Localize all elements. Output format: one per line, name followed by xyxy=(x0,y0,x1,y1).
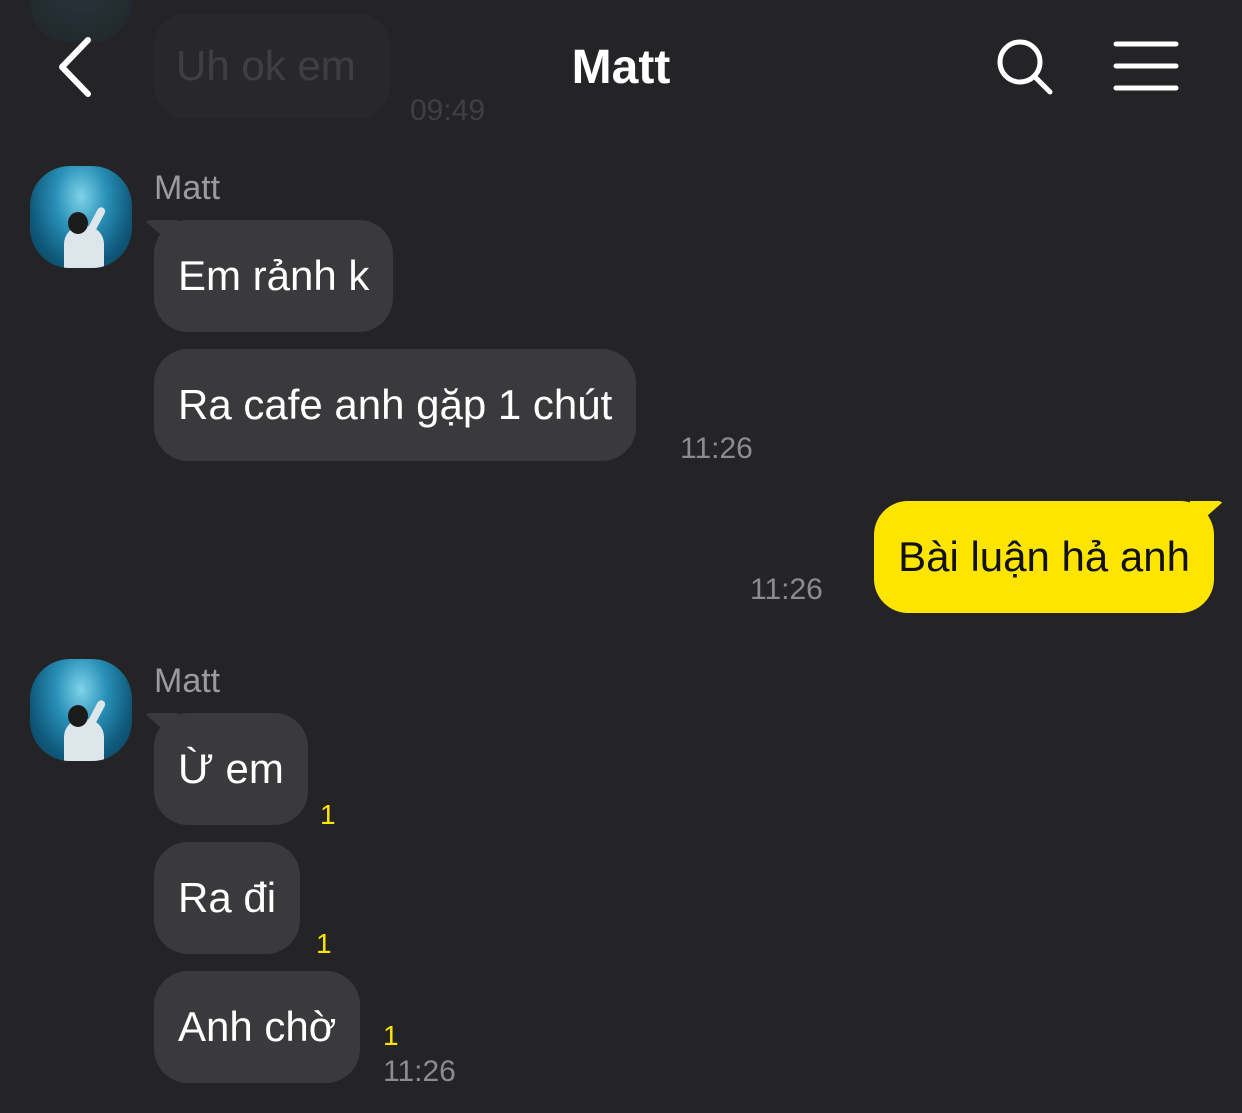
message-time: 11:26 xyxy=(750,573,823,606)
incoming-message-bubble[interactable]: Anh chờ xyxy=(154,971,361,1083)
incoming-message-bubble[interactable]: Ra đi xyxy=(154,842,301,954)
search-icon xyxy=(997,39,1053,95)
chat-screen: Uh ok em 09:49 Matt Matt Em rảnh k Ra ca… xyxy=(0,0,1242,1113)
unread-count: 1 xyxy=(316,928,332,959)
chat-header: Matt xyxy=(0,0,1242,135)
unread-count: 1 xyxy=(320,799,336,830)
hamburger-menu-icon xyxy=(1113,41,1179,91)
unread-count: 1 xyxy=(383,1020,399,1051)
avatar[interactable] xyxy=(30,659,132,761)
sender-name: Matt xyxy=(154,662,221,700)
search-button[interactable] xyxy=(992,34,1058,100)
outgoing-message-bubble[interactable]: Bài luận hả anh xyxy=(874,501,1214,613)
incoming-message-bubble[interactable]: Ừ em xyxy=(154,713,308,825)
sender-name: Matt xyxy=(154,169,221,207)
menu-button[interactable] xyxy=(1112,38,1180,94)
message-time: 11:26 xyxy=(680,432,753,465)
incoming-message-bubble[interactable]: Ra cafe anh gặp 1 chút xyxy=(154,349,637,461)
incoming-message-bubble[interactable]: Em rảnh k xyxy=(154,220,394,332)
avatar[interactable] xyxy=(30,166,132,268)
message-time: 11:26 xyxy=(383,1055,456,1088)
